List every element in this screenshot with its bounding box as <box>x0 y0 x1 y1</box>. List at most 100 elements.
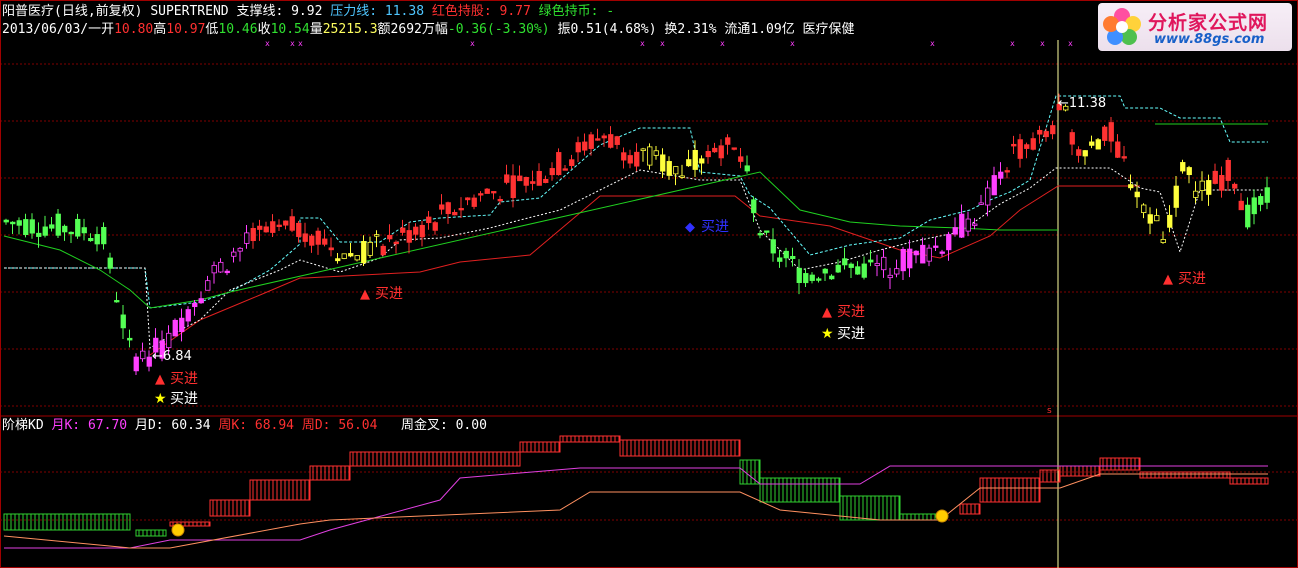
period-marker: s <box>1047 406 1052 416</box>
candle-body <box>211 264 217 274</box>
security-name[interactable]: 阳普医疗 <box>2 4 54 19</box>
amount-label: 额 <box>377 22 391 37</box>
candle-body <box>601 135 607 139</box>
candle-body <box>1212 170 1218 184</box>
candle-body <box>289 216 295 231</box>
candle-body <box>1102 126 1108 141</box>
candle-body <box>829 275 835 280</box>
candle-body <box>146 356 152 367</box>
candle-body <box>452 211 458 216</box>
candle-body <box>16 220 22 226</box>
logo-title: 分析家公式网 <box>1148 12 1269 34</box>
kd-header: 阶梯KD 月K: 67.70 月D: 60.34 周K: 68.94 周D: 5… <box>2 418 487 434</box>
candle-body <box>471 197 477 207</box>
candle-body <box>894 268 900 275</box>
flower-logo-icon <box>1103 8 1141 45</box>
candle-body <box>458 208 464 211</box>
candle-body <box>634 151 640 167</box>
candle-body <box>660 154 666 172</box>
candle-body <box>725 137 731 145</box>
week-k-value: 68.94 <box>254 418 295 433</box>
candle-body <box>341 253 347 259</box>
top-marker: x <box>1068 39 1073 48</box>
close-value: 10.54 <box>270 22 310 37</box>
candle-body <box>55 213 61 236</box>
change-value: -0.36(-3.30%) <box>447 22 550 37</box>
candle-body <box>75 218 81 237</box>
logo-url[interactable]: www.88gs.com <box>1154 32 1264 47</box>
week-d-value: 56.04 <box>338 418 378 433</box>
candle-body <box>1245 204 1251 228</box>
candle-body <box>478 193 484 196</box>
candle-body <box>1082 150 1088 157</box>
candle-body <box>491 191 497 194</box>
candle-body <box>426 216 432 224</box>
candle-body <box>354 255 360 261</box>
candle-body <box>959 213 965 238</box>
candle-body <box>952 227 958 235</box>
kd-name[interactable]: 阶梯KD <box>2 418 44 433</box>
candle-body <box>42 226 48 236</box>
candle-body <box>653 150 659 156</box>
indicator-name[interactable]: SUPERTREND <box>150 4 228 19</box>
candle-body <box>387 234 393 240</box>
candle-body <box>439 204 445 210</box>
candle-body <box>328 247 334 251</box>
candle-body <box>94 234 100 245</box>
candle-body <box>1147 214 1153 224</box>
pressure-value: 11.38 <box>384 4 425 19</box>
candle-body <box>179 317 185 333</box>
candle-body <box>1037 129 1043 135</box>
support-value: 9.92 <box>291 4 323 19</box>
candle-body <box>270 221 276 233</box>
candle-body <box>380 245 386 256</box>
candle-body <box>848 263 854 268</box>
candle-body <box>348 253 354 257</box>
candle-body <box>887 274 893 279</box>
candle-body <box>998 171 1004 179</box>
diamond-icon: ◆ <box>685 220 695 235</box>
site-logo[interactable]: 分析家公式网 www.88gs.com <box>1098 3 1292 51</box>
top-marker: x <box>930 39 935 48</box>
candle-body <box>218 261 224 273</box>
candle-body <box>1089 141 1095 146</box>
period-label[interactable]: (日线,前复权) <box>54 4 142 19</box>
candle-body <box>543 178 549 183</box>
candle-body <box>1024 144 1030 149</box>
candle-body <box>595 138 601 141</box>
candle-body <box>1180 162 1186 172</box>
candle-body <box>23 219 29 236</box>
candle-body <box>185 309 191 322</box>
candle-body <box>965 218 971 232</box>
top-marker: x <box>470 39 475 48</box>
candle-body <box>1232 183 1238 189</box>
candle-body <box>1050 125 1056 135</box>
candle-body <box>549 168 555 176</box>
buy-arrow-icon: ▲ <box>1163 272 1173 287</box>
open-value: 10.80 <box>114 22 154 37</box>
quote-bar: 2013/06/03/一开10.80高10.97低10.46收10.54量252… <box>2 22 855 38</box>
week-cross-label: 周金叉: <box>400 418 448 433</box>
amount-value: 2692万 <box>390 22 435 37</box>
candle-body <box>432 222 438 231</box>
candle-body <box>36 232 42 237</box>
month-k-value: 67.70 <box>87 418 128 433</box>
buy-arrow-icon: ▲ <box>155 372 165 387</box>
candle-body <box>705 151 711 158</box>
float-label: 流通 <box>724 22 751 37</box>
buy-arrow-icon: ▲ <box>822 305 832 320</box>
chart-canvas[interactable]: xxxxxxxxxxxxx←6.84←11.38▲买进★买进▲买进▲买进★买进▲… <box>0 0 1298 568</box>
buy-signal-label: 买进 <box>1178 271 1206 287</box>
candle-body <box>445 202 451 215</box>
candle-body <box>575 142 581 153</box>
candle-body <box>939 251 945 254</box>
candle-body <box>796 267 802 284</box>
candle-body <box>393 241 399 245</box>
volume-label: 量 <box>309 22 323 37</box>
volume-value: 25215.3 <box>322 22 378 37</box>
candle-body <box>10 221 16 225</box>
candle-body <box>900 248 906 272</box>
candle-body <box>946 234 952 251</box>
buy-arrow-icon: ▲ <box>360 287 370 302</box>
candle-body <box>809 274 815 281</box>
